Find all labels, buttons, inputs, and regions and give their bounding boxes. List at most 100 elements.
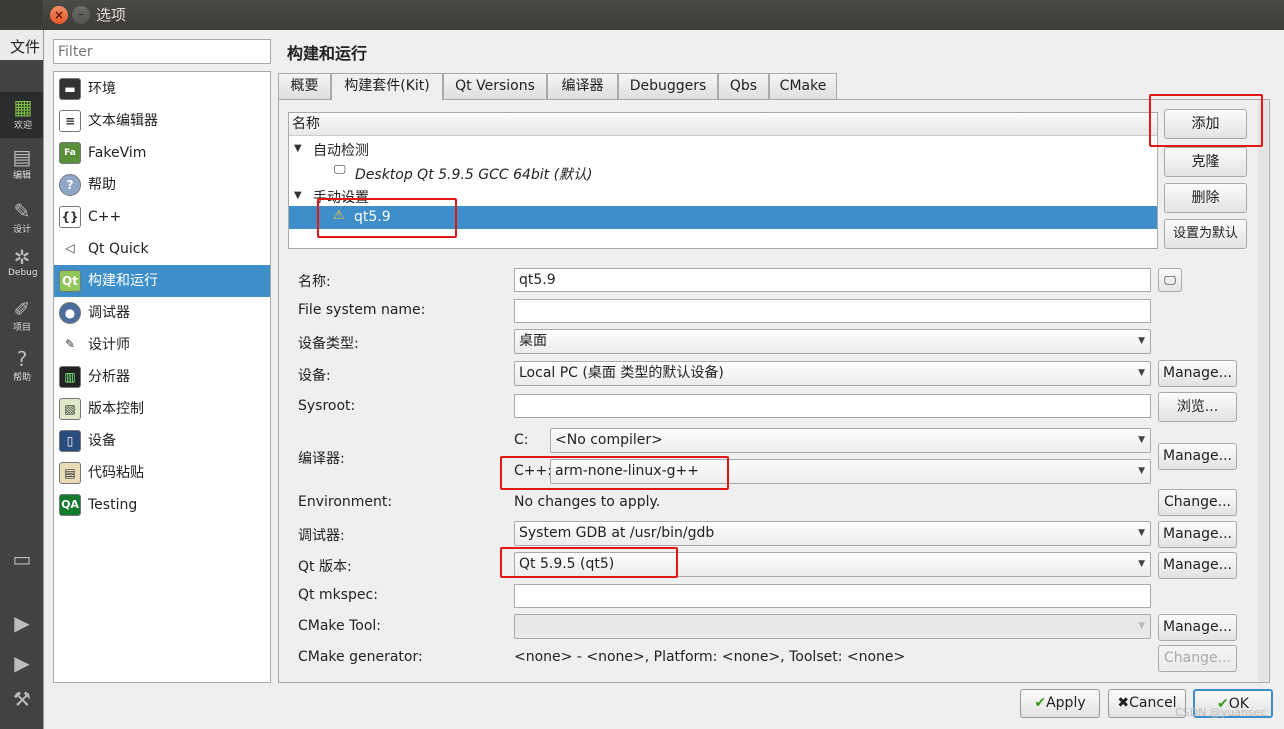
close-icon[interactable]: × [50,6,68,24]
kit-group-auto[interactable]: 自动检测 [313,140,369,160]
category-fakevim[interactable]: Fa FakeVim [54,137,270,169]
sysroot-field[interactable] [514,394,1151,418]
category-build-run[interactable]: Qt 构建和运行 [54,265,270,297]
analyzer-icon: ▥ [59,366,81,388]
chevron-down-icon: ▼ [1138,368,1145,378]
filter-input[interactable] [53,39,271,64]
category-devices[interactable]: ▯ 设备 [54,425,270,457]
compiler-manage-button[interactable]: Manage... [1158,443,1237,470]
desktop-kit-icon: 🖵 [334,162,346,176]
remove-kit-button[interactable]: 删除 [1164,183,1247,213]
annotation-box-add [1149,94,1263,147]
kit-icon-button[interactable]: 🖵 [1158,268,1182,292]
minimize-icon[interactable]: – [72,6,90,24]
watermark: CSDN @yuansec [1175,706,1267,719]
category-testing[interactable]: QA Testing [54,489,270,521]
qtquick-icon: ◁ [59,238,81,260]
label-debugger: 调试器: [298,528,345,544]
tab-qbs[interactable]: Qbs [718,73,769,99]
menu-file[interactable]: 文件 [10,36,40,57]
device-manage-button[interactable]: Manage... [1158,360,1237,387]
mode-welcome[interactable]: ▦ 欢迎 [0,92,46,138]
apply-button[interactable]: ✔Apply [1020,689,1100,718]
category-analyzer[interactable]: ▥ 分析器 [54,361,270,393]
debugger-combo[interactable]: System GDB at /usr/bin/gdb ▼ [514,521,1151,546]
environment-value: No changes to apply. [514,494,661,510]
monitor-icon: ▬ [59,78,81,100]
designer-icon: ✎ [59,334,81,356]
tab-qt-versions[interactable]: Qt Versions [443,73,547,99]
device-combo[interactable]: Local PC (桌面 类型的默认设备) ▼ [514,361,1151,386]
label-qt-version: Qt 版本: [298,559,352,575]
label-qt-mkspec: Qt mkspec: [298,587,378,603]
build-icon[interactable]: ⚒ [8,688,36,710]
category-designer[interactable]: ✎ 设计师 [54,329,270,361]
chevron-down-icon: ▼ [1138,621,1145,631]
code-paste-icon: ▤ [59,462,81,484]
cmake-tool-manage-button[interactable]: Manage... [1158,614,1237,641]
label-cmake-tool: CMake Tool: [298,618,382,634]
mode-debug[interactable]: ✲ Debug [8,246,38,278]
mode-design[interactable]: ✎ 设计 [8,200,36,235]
check-icon: ✔ [1034,695,1047,711]
qt-build-icon: Qt [59,270,81,292]
sysroot-browse-button[interactable]: 浏览... [1158,392,1237,422]
category-text-editor[interactable]: ≡ 文本编辑器 [54,105,270,137]
environment-change-button[interactable]: Change... [1158,489,1237,516]
debugger-manage-button[interactable]: Manage... [1158,521,1237,548]
mode-sidebar: ▦ 欢迎 ▤ 编辑 ✎ 设计 ✲ Debug ✐ 项目 ? 帮助 ▭ ▶ ▶ ⚒ [0,60,46,729]
chevron-down-icon: ▼ [1138,528,1145,538]
version-control-icon: ▧ [59,398,81,420]
collapse-icon[interactable]: ▼ [294,143,302,154]
device-icon: ▯ [59,430,81,452]
category-debugger[interactable]: ● 调试器 [54,297,270,329]
device-type-combo[interactable]: 桌面 ▼ [514,329,1151,354]
fs-name-field[interactable] [514,299,1151,323]
kit-item-desktop[interactable]: Desktop Qt 5.9.5 GCC 64bit (默认) [355,164,593,184]
tab-kits[interactable]: 构建套件(Kit) [331,73,443,100]
wrench-icon: ✐ [13,297,31,321]
category-version-control[interactable]: ▧ 版本控制 [54,393,270,425]
category-environment[interactable]: ▬ 环境 [54,73,270,105]
qt-version-manage-button[interactable]: Manage... [1158,552,1237,579]
qt-mkspec-field[interactable] [514,584,1151,608]
debugger-icon: ● [59,302,81,324]
tab-cmake[interactable]: CMake [769,73,837,99]
debug-run-icon[interactable]: ▶ [8,652,36,674]
annotation-box-cpp [500,456,729,490]
tab-debuggers[interactable]: Debuggers [618,73,718,99]
make-default-button[interactable]: 设置为默认 [1164,219,1247,249]
label-fs-name: File system name: [298,302,426,318]
target-selector-icon[interactable]: ▭ [8,548,36,570]
kit-tree-header[interactable]: 名称 [289,113,1157,136]
collapse-icon[interactable]: ▼ [294,190,302,201]
label-compiler: 编译器: [298,451,345,467]
design-icon: ✎ [13,199,31,223]
mode-projects[interactable]: ✐ 项目 [8,298,36,333]
edit-icon: ▤ [12,145,32,169]
tab-compilers[interactable]: 编译器 [547,73,618,99]
tab-summary[interactable]: 概要 [278,73,331,99]
label-device: 设备: [298,368,331,384]
text-editor-icon: ≡ [59,110,81,132]
category-code-paste[interactable]: ▤ 代码粘贴 [54,457,270,489]
c-compiler-combo[interactable]: <No compiler> ▼ [550,428,1151,453]
cmake-generator-value: <none> - <none>, Platform: <none>, Tools… [514,649,906,665]
name-field[interactable] [514,268,1151,292]
scrollbar[interactable] [1258,100,1268,682]
dialog-title: 选项 [43,0,1284,30]
label-cmake-generator: CMake generator: [298,649,423,665]
mode-help[interactable]: ? 帮助 [8,348,36,383]
mode-edit[interactable]: ▤ 编辑 [8,146,36,181]
category-help[interactable]: ? 帮助 [54,169,270,201]
category-cpp[interactable]: {} C++ [54,201,270,233]
annotation-box-kit [317,198,457,238]
run-icon[interactable]: ▶ [8,612,36,634]
category-list: ▬ 环境 ≡ 文本编辑器 Fa FakeVim ? 帮助 {} C++ ◁ Qt Quick… [53,71,271,683]
cmake-generator-change-button[interactable]: Change... [1158,645,1237,672]
category-qt-quick[interactable]: ◁ Qt Quick [54,233,270,265]
cmake-tool-combo[interactable]: ▼ [514,614,1151,639]
grid-icon: ▦ [13,95,33,119]
clone-kit-button[interactable]: 克隆 [1164,147,1247,177]
annotation-box-qt-version [500,547,678,578]
